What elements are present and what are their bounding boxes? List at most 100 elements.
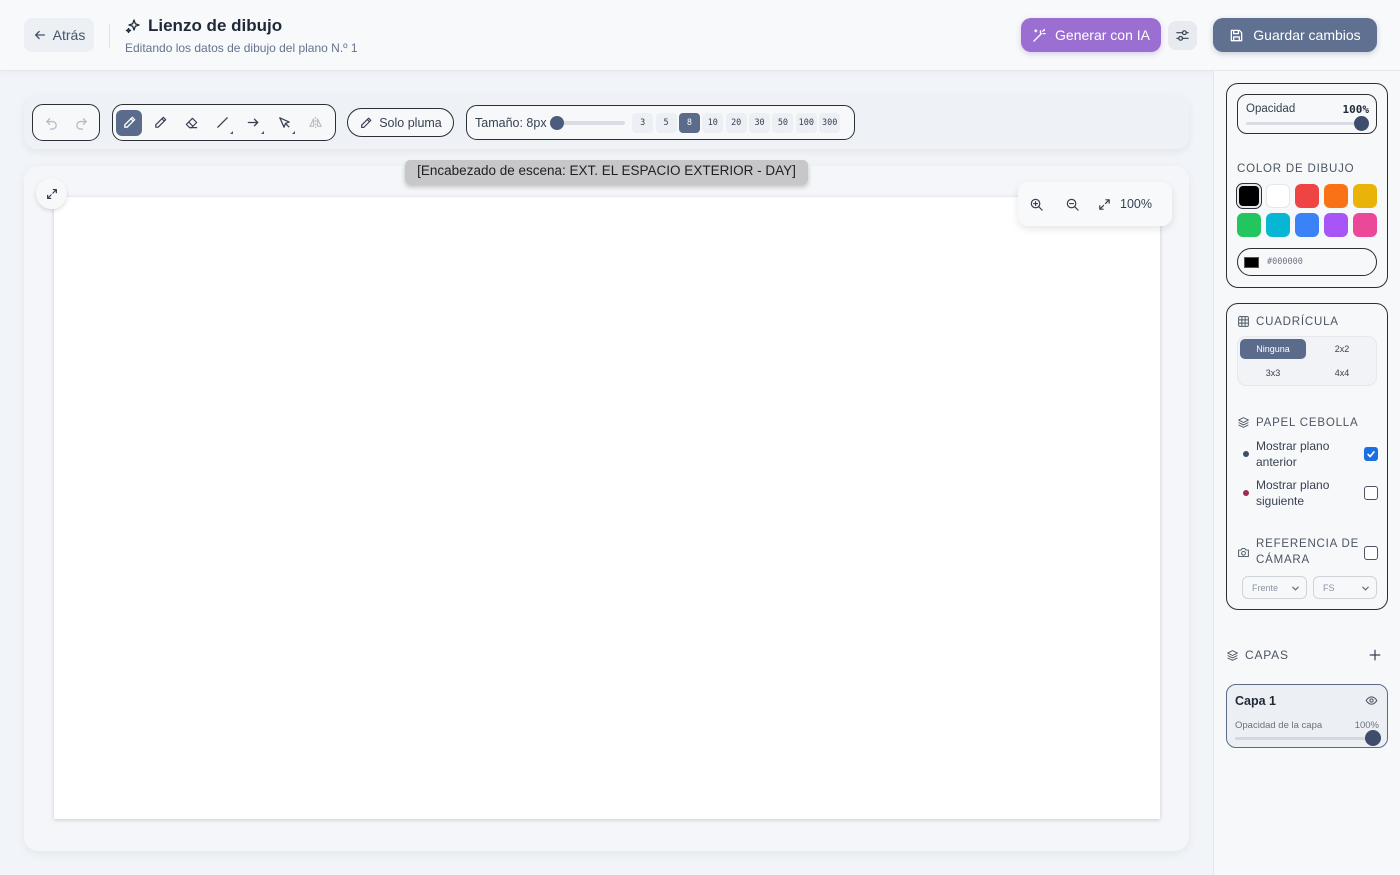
settings-button[interactable] bbox=[1168, 21, 1197, 50]
brush-size-slider[interactable] bbox=[550, 115, 625, 130]
pen-tool-button[interactable] bbox=[116, 109, 142, 136]
line-tool-button[interactable] bbox=[209, 110, 235, 136]
add-layer-button[interactable] bbox=[1362, 642, 1388, 668]
generate-ai-label: Generar con IA bbox=[1055, 27, 1150, 43]
brush-size-option-5[interactable]: 5 bbox=[655, 112, 677, 133]
pen-only-toggle[interactable]: Solo pluma bbox=[347, 108, 454, 137]
hex-value: #000000 bbox=[1267, 257, 1303, 267]
page-title: Lienzo de dibujo bbox=[148, 16, 283, 35]
prev-plan-dot bbox=[1243, 451, 1249, 457]
back-button[interactable]: Atrás bbox=[24, 18, 94, 52]
color-swatch[interactable] bbox=[1266, 213, 1290, 237]
layer-opacity-thumb[interactable] bbox=[1365, 730, 1381, 746]
redo-button[interactable] bbox=[68, 110, 94, 136]
eraser-tool-button[interactable] bbox=[178, 110, 204, 136]
save-label: Guardar cambios bbox=[1253, 27, 1361, 43]
fullscreen-button[interactable] bbox=[36, 178, 67, 209]
camera-shot-value: FS bbox=[1323, 582, 1335, 593]
onion-next-checkbox[interactable] bbox=[1364, 486, 1378, 500]
brush-size-option-50[interactable]: 50 bbox=[772, 112, 794, 133]
brush-size-option-10[interactable]: 10 bbox=[702, 112, 724, 133]
opacity-value: 100% bbox=[1342, 103, 1370, 116]
eye-icon[interactable] bbox=[1365, 694, 1378, 707]
drawing-canvas[interactable] bbox=[54, 197, 1160, 819]
color-swatch[interactable] bbox=[1295, 184, 1319, 208]
brush-size-option-30[interactable]: 30 bbox=[749, 112, 771, 133]
opacity-slider-track[interactable] bbox=[1246, 122, 1368, 125]
brush-size-thumb[interactable] bbox=[550, 115, 564, 130]
flip-tool-button[interactable] bbox=[302, 110, 328, 136]
zoom-in-icon bbox=[1030, 198, 1043, 211]
grid-option-4x4[interactable]: 4x4 bbox=[1309, 363, 1375, 383]
zoom-out-button[interactable] bbox=[1054, 189, 1090, 219]
current-color-chip[interactable] bbox=[1244, 256, 1259, 268]
onion-section-title: PAPEL CEBOLLA bbox=[1237, 416, 1358, 429]
grid-option-2x2[interactable]: 2x2 bbox=[1309, 339, 1375, 359]
camera-section-title: REFERENCIA DE CÁMARA bbox=[1237, 537, 1361, 568]
pencil-icon bbox=[154, 116, 166, 128]
select-arrow-icon bbox=[278, 117, 290, 128]
save-button[interactable]: Guardar cambios bbox=[1213, 18, 1377, 52]
grid-section-title: CUADRÍCULA bbox=[1237, 315, 1339, 328]
zoom-out-icon bbox=[1066, 198, 1079, 211]
line-icon bbox=[216, 117, 228, 128]
onion-next-text: Mostrar plano siguiente bbox=[1256, 478, 1330, 508]
scene-heading-label: [Encabezado de escena: EXT. EL ESPACIO E… bbox=[405, 160, 808, 184]
hex-color-input[interactable]: #000000 bbox=[1237, 248, 1377, 276]
plus-icon bbox=[1369, 649, 1381, 661]
magic-wand-icon bbox=[1033, 28, 1046, 42]
color-swatch[interactable] bbox=[1266, 184, 1290, 208]
history-group bbox=[32, 104, 100, 141]
arrow-right-icon bbox=[247, 118, 258, 127]
arrow-left-icon bbox=[34, 30, 45, 40]
layers-section-title: CAPAS bbox=[1226, 648, 1289, 662]
opacity-label: Opacidad bbox=[1246, 103, 1296, 115]
sliders-icon bbox=[1176, 30, 1189, 41]
onion-title-text: PAPEL CEBOLLA bbox=[1256, 416, 1359, 429]
zoom-in-button[interactable] bbox=[1018, 189, 1054, 219]
brush-size-option-20[interactable]: 20 bbox=[725, 112, 747, 133]
pen-only-label: Solo pluma bbox=[379, 115, 442, 130]
undo-button[interactable] bbox=[38, 110, 64, 136]
color-swatch[interactable] bbox=[1295, 213, 1319, 237]
color-swatch[interactable] bbox=[1237, 213, 1261, 237]
grid-option-none[interactable]: Ninguna bbox=[1240, 339, 1306, 359]
grid-option-3x3[interactable]: 3x3 bbox=[1240, 363, 1306, 383]
brush-size-option-100[interactable]: 100 bbox=[795, 112, 817, 133]
sparkles-icon bbox=[125, 19, 140, 34]
select-tool-button[interactable] bbox=[271, 110, 297, 136]
onion-prev-checkbox[interactable] bbox=[1364, 447, 1378, 461]
opacity-slider-thumb[interactable] bbox=[1354, 116, 1369, 131]
generate-ai-button[interactable]: Generar con IA bbox=[1021, 18, 1161, 52]
brush-size-presets: 3 5 8 10 20 30 50 100 300 bbox=[631, 112, 841, 133]
camera-angle-select[interactable]: Frente bbox=[1242, 576, 1307, 599]
pencil-tool-button[interactable] bbox=[147, 110, 173, 136]
chevron-down-icon bbox=[1362, 586, 1369, 591]
layer-opacity-value: 100% bbox=[1354, 720, 1379, 731]
opacity-control[interactable]: Opacidad 100% bbox=[1237, 94, 1377, 134]
camera-title-text: REFERENCIA DE CÁMARA bbox=[1256, 538, 1360, 566]
submenu-corner-icon bbox=[292, 130, 295, 134]
color-swatch[interactable] bbox=[1236, 183, 1262, 209]
redo-icon bbox=[75, 118, 87, 130]
onion-next-label: Mostrar plano siguiente bbox=[1256, 478, 1356, 509]
arrow-tool-button[interactable] bbox=[240, 110, 266, 136]
save-icon bbox=[1230, 29, 1243, 41]
brush-size-option-8[interactable]: 8 bbox=[678, 112, 700, 133]
layer-item[interactable]: Capa 1 Opacidad de la capa 100% bbox=[1226, 684, 1388, 748]
camera-shot-select[interactable]: FS bbox=[1313, 576, 1377, 599]
color-swatch[interactable] bbox=[1324, 213, 1348, 237]
fit-zoom-button[interactable] bbox=[1090, 189, 1118, 219]
color-swatch[interactable] bbox=[1324, 184, 1348, 208]
color-swatch[interactable] bbox=[1353, 213, 1377, 237]
layers-icon bbox=[1238, 417, 1249, 428]
brush-size-option-300[interactable]: 300 bbox=[819, 112, 841, 133]
layers-title-text: CAPAS bbox=[1245, 648, 1289, 662]
zoom-controls: 100% bbox=[1018, 182, 1172, 226]
brush-size-option-3[interactable]: 3 bbox=[632, 112, 654, 133]
camera-reference-checkbox[interactable] bbox=[1364, 546, 1378, 560]
tools-group bbox=[112, 104, 336, 141]
pencil-icon bbox=[361, 117, 372, 128]
color-swatch[interactable] bbox=[1353, 184, 1377, 208]
layer-opacity-track[interactable] bbox=[1235, 737, 1373, 740]
